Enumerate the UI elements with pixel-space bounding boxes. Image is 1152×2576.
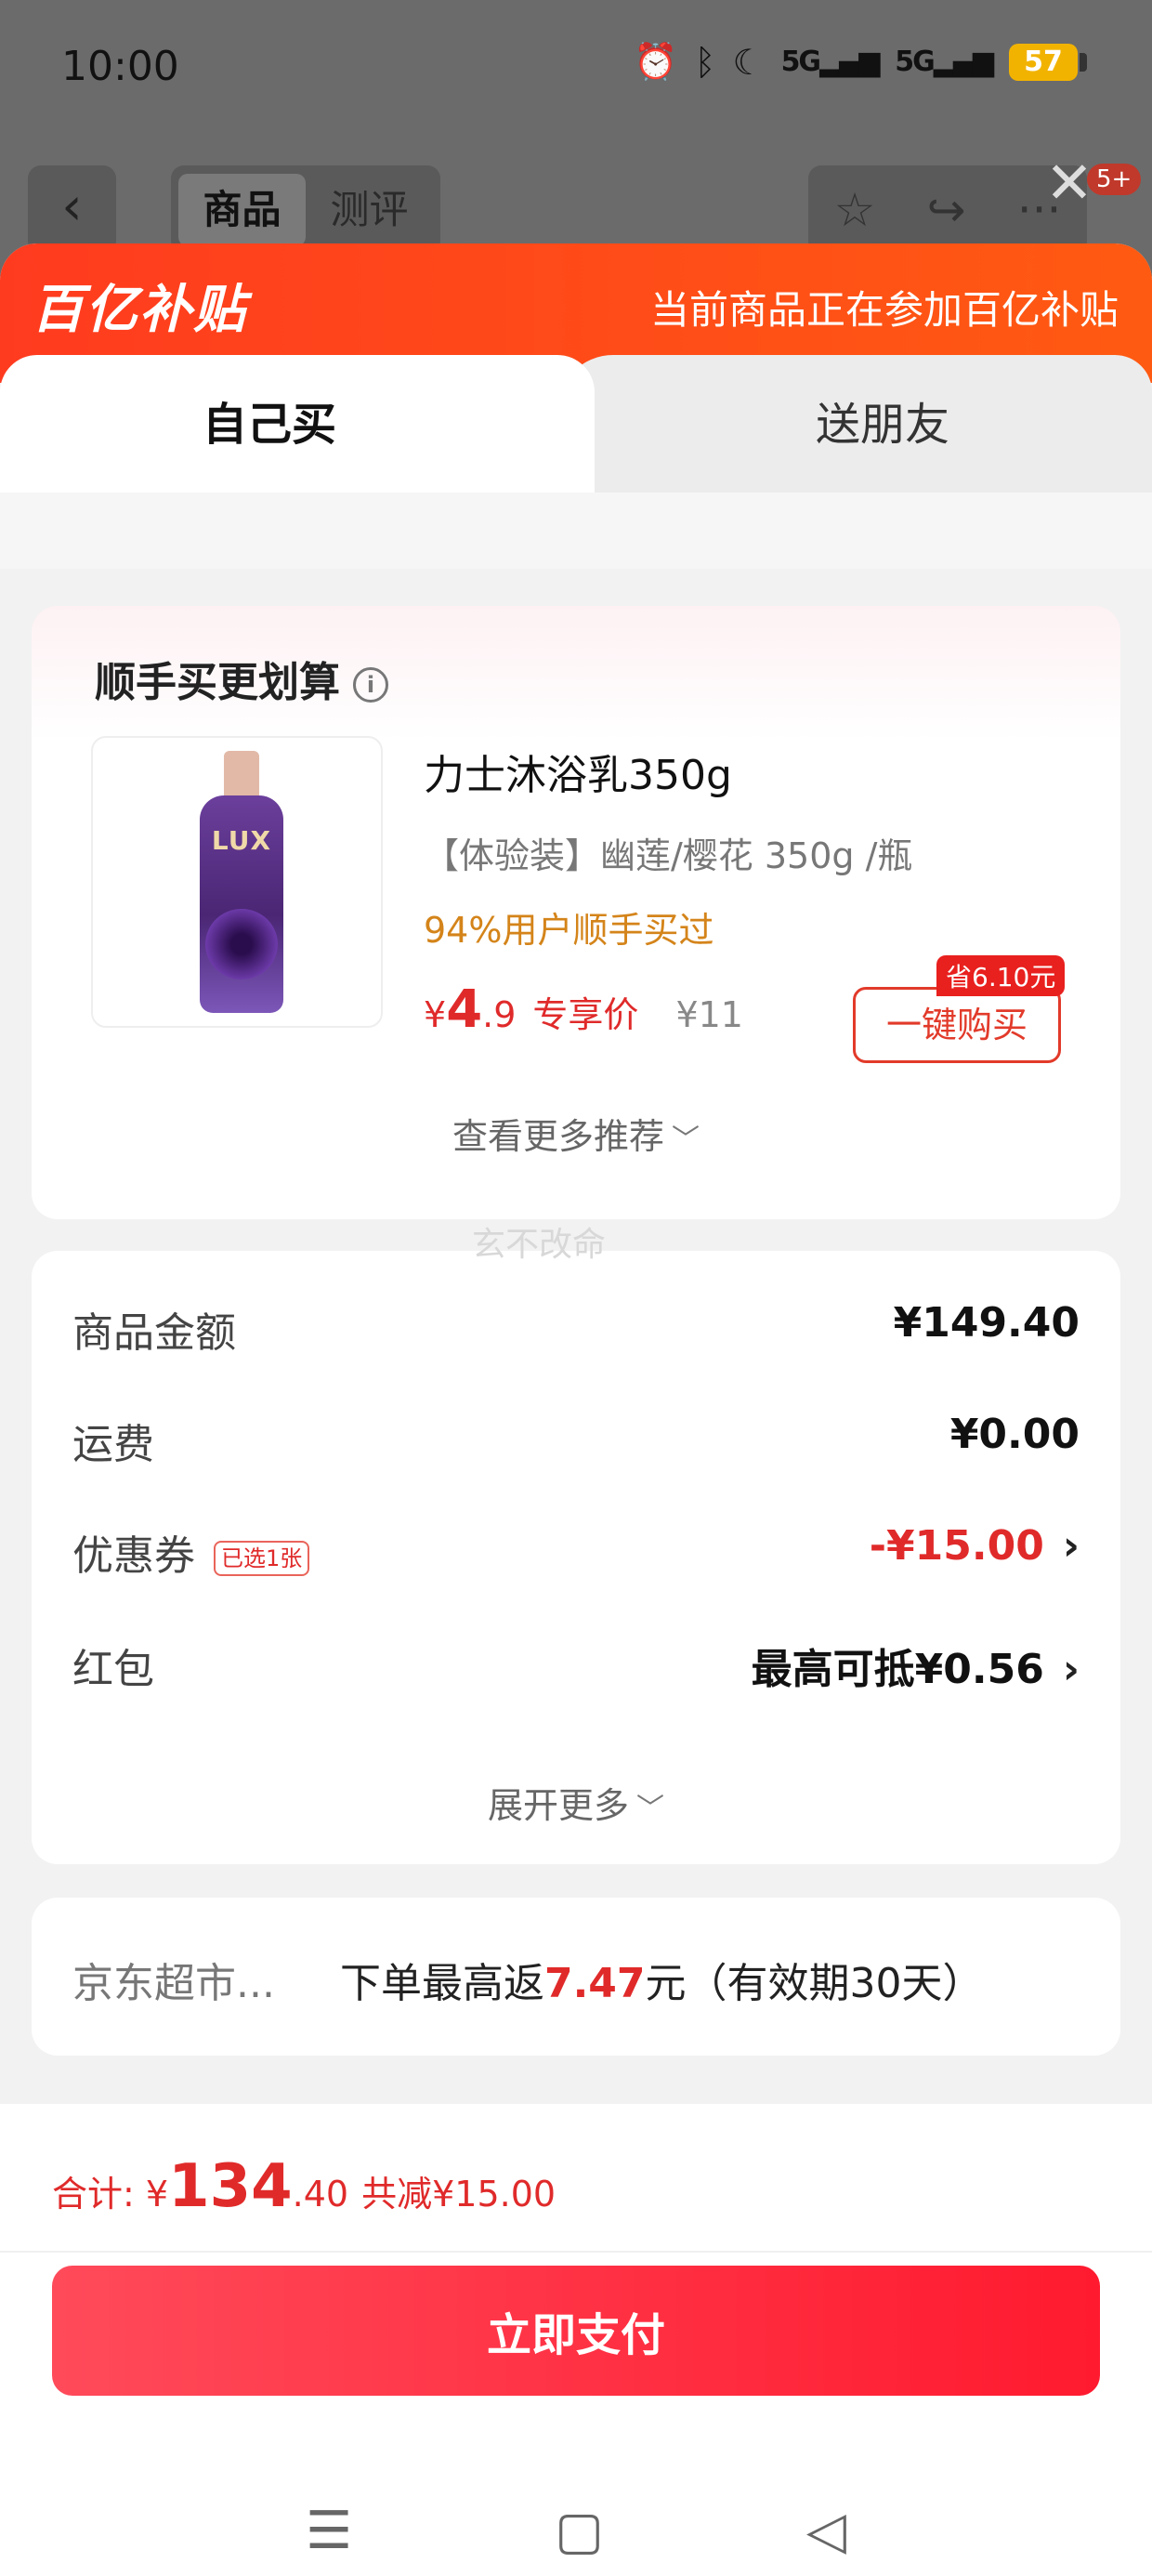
do-not-disturb-icon: ☾	[732, 41, 765, 83]
expand-more-link[interactable]: 展开更多 ﹀	[32, 1777, 1120, 1828]
product-buy-rate: 94%用户顺手买过	[424, 910, 714, 951]
product-image[interactable]: LUX	[91, 736, 383, 1028]
more-recommendations-link[interactable]: 查看更多推荐 ﹀	[32, 1108, 1120, 1159]
red-packet-value: 最高可抵¥0.56	[751, 1646, 1044, 1693]
purchase-tabs: 送朋友 自己买	[0, 355, 1152, 569]
subsidy-logo: 百亿补贴	[32, 280, 247, 340]
share-icon[interactable]: ↪	[927, 183, 966, 237]
pay-now-button[interactable]: 立即支付	[52, 2266, 1100, 2396]
bluetooth-icon: ᛒ	[694, 41, 716, 83]
star-icon[interactable]: ☆	[834, 183, 876, 237]
alarm-icon: ⏰	[634, 41, 678, 82]
checkout-bar: 合计: ¥134.40 共减¥15.00 立即支付 ☰ ▢ ◁	[0, 2104, 1152, 2576]
chevron-right-icon: ›	[1062, 1646, 1080, 1693]
product-segment-tabs: 商品 测评	[171, 165, 440, 254]
tab-send-friend[interactable]: 送朋友	[557, 355, 1152, 494]
signal-icon-2: 5G▂▄▆	[895, 46, 994, 78]
checkout-sheet: 百亿补贴 当前商品正在参加百亿补贴 送朋友 自己买 顺手买更划算 i LUX 力士…	[0, 243, 1152, 2576]
system-nav-bar: ☰ ▢ ◁	[0, 2485, 1152, 2576]
rebate-card[interactable]: 京东超市... 下单最高返7.47元（有效期30天）	[32, 1898, 1120, 2056]
price-summary-card: 商品金额 ¥149.40 运费 ¥0.00 优惠券 已选1张 -¥15.00 › 红…	[32, 1251, 1120, 1864]
home-icon[interactable]: ▢	[555, 2501, 604, 2561]
shower-gel-bottle: LUX	[200, 751, 283, 1013]
close-icon[interactable]: ✕	[1045, 149, 1093, 217]
chevron-right-icon: ›	[1062, 1522, 1080, 1570]
shipping-value: ¥0.00	[949, 1411, 1080, 1458]
product-image-brand: LUX	[211, 825, 272, 856]
addon-card: 顺手买更划算 i LUX 力士沐浴乳350g 【体验装】幽莲/樱花 350g /瓶…	[32, 606, 1120, 1219]
price-tag: 专享价	[532, 994, 639, 1035]
status-bar: 10:00 ⏰ ᛒ ☾ 5G▂▄▆ 5G▂▄▆ 57	[0, 0, 1152, 139]
original-price: ¥11	[675, 994, 743, 1035]
coupon-selected-badge: 已选1张	[214, 1541, 310, 1576]
one-click-buy-button[interactable]: 一键购买	[853, 987, 1061, 1063]
total-discount: 共减¥15.00	[361, 2174, 556, 2215]
back-button[interactable]: ‹	[28, 165, 116, 254]
back-triangle-icon[interactable]: ◁	[806, 2501, 846, 2561]
coupon-value: -¥15.00	[869, 1522, 1044, 1570]
addon-title: 顺手买更划算 i	[95, 649, 388, 708]
status-icons: ⏰ ᛒ ☾ 5G▂▄▆ 5G▂▄▆ 57	[634, 41, 1087, 83]
save-tag: 省6.10元	[936, 955, 1066, 996]
tab-buy-self[interactable]: 自己买	[0, 355, 595, 494]
rebate-amount: 7.47	[543, 1960, 646, 2007]
menu-icon[interactable]: ☰	[306, 2501, 352, 2561]
notification-badge: 5+	[1087, 164, 1142, 195]
watermark: 玄不改命	[472, 1226, 607, 1264]
status-time: 10:00	[61, 43, 179, 90]
subsidy-note: 当前商品正在参加百亿补贴	[649, 287, 1119, 333]
product-spec: 【体验装】幽莲/樱花 350g /瓶	[424, 835, 913, 876]
product-price: ¥4.9 专享价 ¥11	[424, 979, 743, 1040]
store-name: 京东超市...	[72, 1960, 275, 2007]
battery-icon: 57	[1009, 43, 1087, 81]
info-icon[interactable]: i	[353, 667, 388, 703]
signal-icon: 5G▂▄▆	[780, 46, 881, 78]
total-amount: 合计: ¥134.40 共减¥15.00	[52, 2152, 556, 2221]
chevron-down-icon: ﹀	[672, 1124, 700, 1156]
chevron-down-icon: ﹀	[636, 1793, 664, 1825]
tab-review[interactable]: 测评	[306, 174, 433, 246]
product-name[interactable]: 力士沐浴乳350g	[424, 742, 732, 801]
tab-product[interactable]: 商品	[178, 173, 306, 246]
rebate-text: 京东超市... 下单最高返7.47元（有效期30天）	[72, 1960, 984, 2007]
goods-amount-value: ¥149.40	[893, 1299, 1080, 1347]
